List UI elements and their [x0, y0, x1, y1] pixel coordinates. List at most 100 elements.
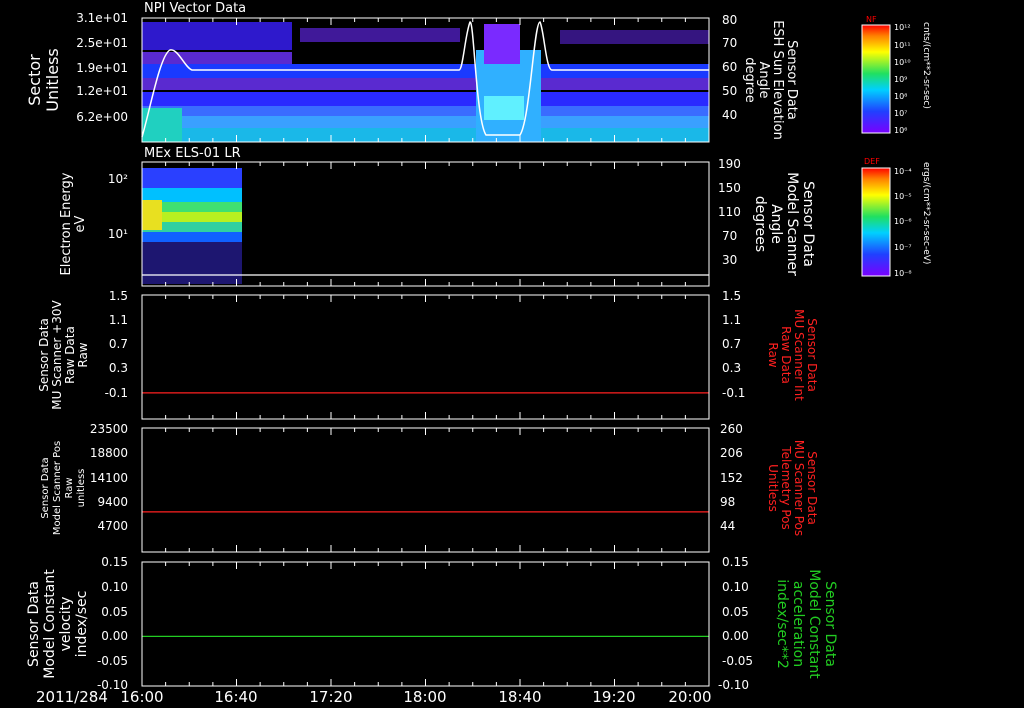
panel3-y2label: Sensor Data MU Scanner Int Raw Data Raw	[766, 309, 819, 401]
panel5: 0.15 0.10 0.05 0.00 -0.05 -0.10 0.15 0.1…	[26, 555, 838, 692]
colorbar1-bottom: 10⁶	[894, 126, 907, 135]
panel3: 1.5 1.1 0.7 0.3 -0.1 1.5 1.1 0.7 0.3 -0.…	[37, 289, 819, 420]
ytick: 14100	[90, 471, 128, 485]
panel1: NPI Vector Data 3.1e+01 2.5e+01 1.9e+01 …	[25, 1, 799, 143]
colorbar1-mid: 10⁸	[894, 92, 907, 101]
y2label-line: MU Scanner Int	[792, 309, 806, 401]
xtick-label: 19:20	[592, 688, 635, 706]
y2tick: 206	[720, 446, 743, 460]
panel4-y2ticks: 260 206 152 98 44	[720, 422, 743, 533]
xtick-label: 16:40	[214, 688, 257, 706]
ylabel-line: eV	[73, 215, 88, 232]
ylabel-line: Electron Energy	[59, 172, 74, 275]
panel3-frame	[141, 294, 710, 420]
y2tick: -0.1	[722, 386, 745, 400]
ytick: 1.9e+01	[76, 61, 128, 75]
y2label-line: Model Scanner	[784, 172, 800, 276]
y2label-line: Model Constant	[806, 569, 822, 679]
panel5-y2ticks: 0.15 0.10 0.05 0.00 -0.05 -0.10	[718, 555, 753, 692]
ytick: 10²	[108, 172, 128, 186]
colorbar2-mid: 10⁻⁶	[894, 217, 912, 226]
y2tick: 44	[720, 519, 735, 533]
y2label-line: Angle	[768, 204, 784, 244]
panel4: 23500 18800 14100 9400 4700 260 206 152 …	[40, 422, 819, 553]
y2tick: 150	[718, 181, 741, 195]
panel5-yticks: 0.15 0.10 0.05 0.00 -0.05 -0.10	[97, 555, 128, 692]
xtick-label: 18:00	[403, 688, 446, 706]
colorbar1-mid: 10⁹	[894, 75, 907, 84]
ylabel-line: Sensor Data	[26, 581, 42, 667]
ylabel-line: unitless	[76, 469, 87, 508]
panel1-y2label: Sensor Data ESH Sun Elevation Angle degr…	[742, 20, 799, 140]
y2label-line: Raw	[766, 342, 780, 367]
ytick: -0.1	[105, 386, 128, 400]
panel5-frame	[141, 561, 710, 687]
colorbar1-mid: 10⁷	[894, 109, 907, 118]
y2label-line: index/sec**2	[774, 579, 790, 669]
y2label-line: Sensor Data	[805, 318, 819, 392]
y2label-line: acceleration	[790, 581, 806, 667]
colorbar1-gradient	[861, 24, 891, 134]
y2tick: 0.15	[722, 555, 749, 569]
ytick: 3.1e+01	[76, 11, 128, 25]
colorbar1-title: NF	[866, 15, 877, 24]
ytick: 6.2e+00	[76, 110, 128, 124]
ytick: 2.5e+01	[76, 36, 128, 50]
panel2-heatmap	[142, 168, 242, 284]
ytick: 0.00	[101, 629, 128, 643]
panel5-y2label: Sensor Data Model Constant acceleration …	[774, 569, 838, 679]
y2tick: 70	[722, 229, 737, 243]
ylabel-line: Model Constant	[42, 569, 58, 679]
colorbar2-title: DEF	[864, 157, 880, 166]
y2label-line: ESH Sun Elevation	[770, 20, 785, 140]
panel1-y2ticks: 80 70 60 50 40	[722, 13, 737, 122]
panel4-frame	[141, 427, 710, 553]
ytick: 9400	[97, 495, 128, 509]
ytick: 0.7	[109, 337, 128, 351]
xtick-label: 18:40	[498, 688, 541, 706]
y2tick: -0.10	[718, 678, 749, 692]
panel3-y2ticks: 1.5 1.1 0.7 0.3 -0.1	[722, 289, 745, 400]
ytick: -0.05	[97, 654, 128, 668]
x-axis-labels: 2011/284 16:00 16:40 17:20 18:00 18:40 1…	[36, 688, 712, 706]
xtick-label: 20:00	[668, 688, 711, 706]
y2tick: 98	[720, 495, 735, 509]
ytick: 23500	[90, 422, 128, 436]
y2tick: 0.05	[722, 605, 749, 619]
y2label-line: Sensor Data	[822, 581, 838, 667]
date-label: 2011/284	[36, 688, 108, 706]
panel2-title: MEx ELS-01 LR	[144, 146, 241, 161]
panel4-yticks: 23500 18800 14100 9400 4700	[90, 422, 128, 533]
y2tick: 40	[722, 108, 737, 122]
ylabel-line: Raw	[64, 477, 75, 498]
y2tick: 190	[718, 157, 741, 171]
colorbar2-mid: 10⁻⁷	[894, 243, 912, 252]
y2tick: 30	[722, 253, 737, 267]
figure: NPI Vector Data 3.1e+01 2.5e+01 1.9e+01 …	[25, 1, 931, 706]
y2label-line: Angle	[756, 62, 771, 99]
panel1-title: NPI Vector Data	[144, 1, 246, 16]
ytick: 1.2e+01	[76, 84, 128, 98]
y2label-line: MU Scanner Pos	[792, 440, 806, 536]
y2tick: 0.10	[722, 580, 749, 594]
ylabel-line: index/sec	[74, 591, 90, 658]
ylabel-line: Unitless	[43, 48, 62, 112]
y2tick: -0.05	[722, 654, 753, 668]
colorbar1: NF 10¹² 10¹¹ 10¹⁰ 10⁹ 10⁸ 10⁷ 10⁶ cnts/(…	[861, 15, 931, 135]
ytick: 0.3	[109, 361, 128, 375]
y2tick: 0.00	[722, 629, 749, 643]
y2label-line: Sensor Data	[805, 451, 819, 525]
ytick: 18800	[90, 446, 128, 460]
colorbar2-top: 10⁻⁴	[894, 167, 912, 176]
y2label-line: Unitless	[766, 464, 780, 512]
ylabel-line: Raw Data	[63, 326, 77, 384]
panel4-y2label: Sensor Data MU Scanner Pos Telemetry Pos…	[766, 440, 819, 536]
ytick: 4700	[97, 519, 128, 533]
y2tick: 60	[722, 60, 737, 74]
colorbar2-bottom: 10⁻⁸	[894, 269, 912, 278]
y2label-line: Sensor Data	[784, 40, 799, 120]
colorbar2-gradient	[861, 167, 891, 277]
ytick: 0.10	[101, 580, 128, 594]
y2tick: 80	[722, 13, 737, 27]
y2tick: 0.7	[722, 337, 741, 351]
